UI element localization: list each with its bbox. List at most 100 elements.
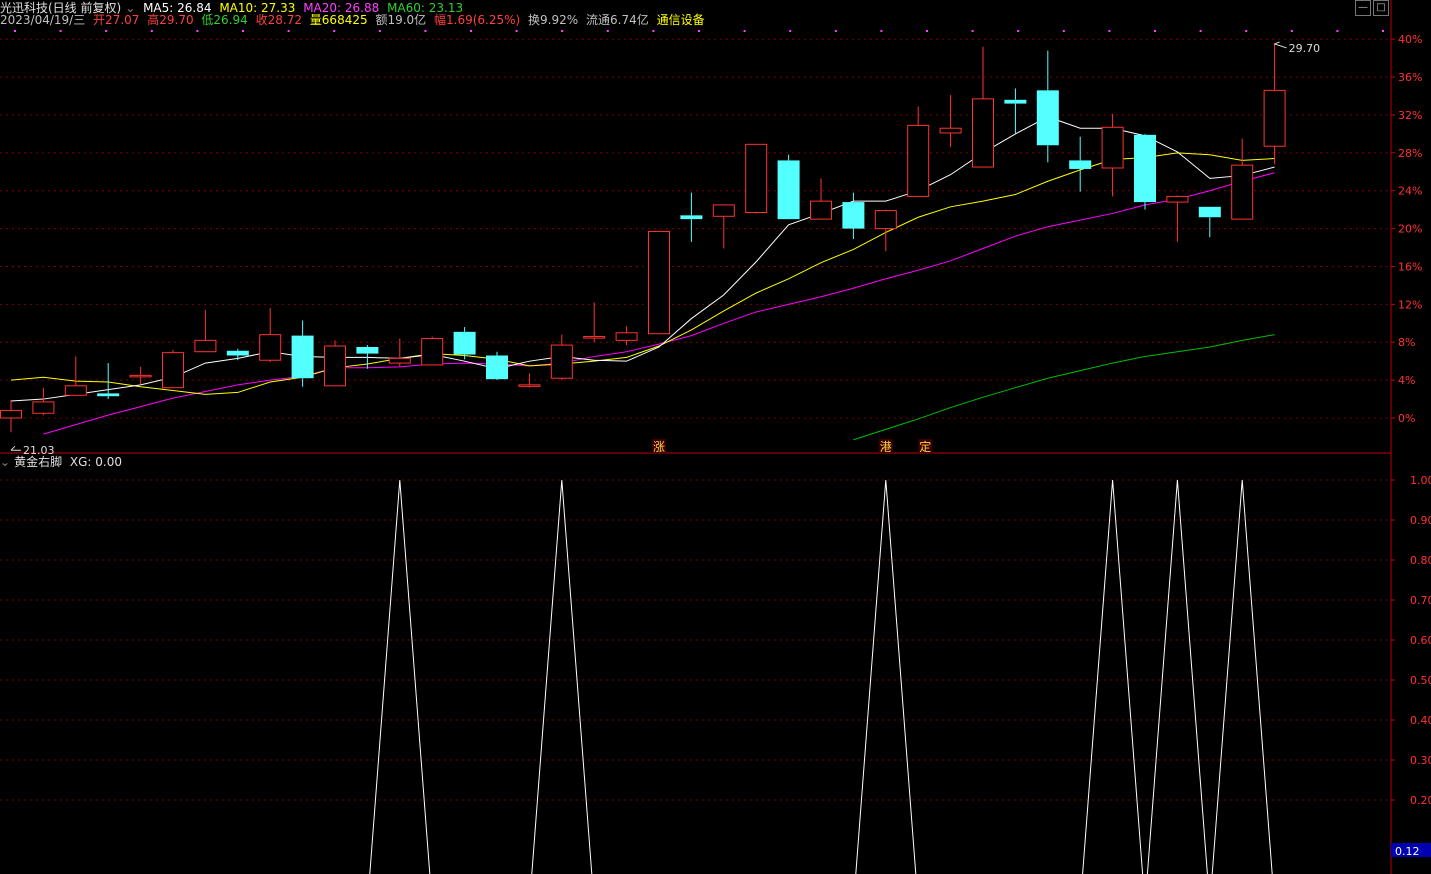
candle — [291, 320, 314, 387]
candle — [1101, 114, 1124, 197]
indicator-axis-label: 0.70 — [1410, 594, 1431, 607]
candle-body — [842, 202, 865, 229]
candle — [388, 338, 411, 367]
candle — [745, 143, 768, 214]
xg-spike-line — [1146, 479, 1208, 874]
candle — [226, 348, 249, 361]
indicator-header: ⌄ 黄金右脚 XG: 0.00 — [0, 454, 126, 470]
candle — [1166, 195, 1189, 242]
collapse-icon[interactable]: ⌄ — [0, 455, 10, 469]
top-dot-marker — [378, 30, 381, 32]
candle — [842, 192, 865, 240]
candle-body — [388, 357, 411, 364]
top-dot-marker — [561, 30, 564, 32]
ma5-line — [10, 116, 1275, 402]
candle — [453, 327, 476, 360]
candle-body — [194, 339, 217, 353]
candle — [64, 356, 87, 396]
candle-body — [421, 337, 444, 366]
candle-body — [32, 401, 55, 414]
price-axis-label: 24% — [1398, 185, 1422, 198]
indicator-axis-label: 0.90 — [1410, 514, 1431, 527]
indicator-name[interactable]: 黄金右脚 — [14, 455, 62, 469]
xg-spike-line — [369, 479, 431, 874]
candle — [583, 302, 606, 343]
xg-spike-line — [531, 479, 593, 874]
price-axis-label: 8% — [1398, 336, 1415, 349]
price-axis-label: 16% — [1398, 260, 1422, 273]
top-dot-marker — [926, 30, 928, 32]
price-header-row2: 2023/04/19/三 开27.07 高29.70 低26.94 收28.72… — [0, 12, 709, 28]
event-marker-label: 港 — [880, 440, 892, 454]
top-dot-marker — [1108, 30, 1111, 32]
top-dot-marker — [1382, 30, 1384, 32]
current-value-label: 0.12 — [1395, 845, 1420, 858]
candle-body — [1069, 160, 1092, 169]
candle-body — [64, 385, 87, 396]
candle — [1036, 50, 1059, 163]
top-dot-marker — [971, 30, 974, 32]
ma10-line — [10, 152, 1275, 395]
indicator-axis-label: 0.30 — [1410, 754, 1431, 767]
ma60-line — [853, 334, 1275, 441]
close-readout: 收28.72 — [255, 13, 302, 27]
top-dot-marker — [1199, 30, 1202, 32]
candle-body — [712, 204, 735, 217]
candle — [97, 363, 120, 400]
candle — [486, 351, 508, 381]
candle — [1231, 138, 1254, 220]
top-dot-marker — [105, 30, 108, 32]
minimize-button[interactable]: — — [1355, 0, 1371, 16]
candle-body — [1036, 90, 1059, 146]
open-readout: 开27.07 — [93, 13, 140, 27]
top-dot-marker — [743, 30, 746, 32]
top-dot-marker — [834, 30, 837, 32]
amount-readout: 额19.0亿 — [375, 13, 427, 27]
candle-body — [1231, 164, 1254, 220]
candle-body — [129, 374, 152, 378]
top-dot-marker — [515, 30, 518, 32]
event-marker-label: 涨 — [653, 439, 665, 454]
xg-spike-line — [1211, 479, 1273, 874]
candle — [259, 308, 282, 363]
price-axis-label: 36% — [1398, 71, 1422, 84]
candle-body — [1134, 134, 1156, 203]
high-marker-arrow — [1273, 41, 1287, 49]
price-axis-label: 12% — [1398, 298, 1422, 311]
candle-body — [550, 344, 573, 379]
indicator-axis-label: 0.20 — [1410, 794, 1431, 807]
industry-readout[interactable]: 通信设备 — [657, 13, 705, 27]
candle-body — [291, 335, 314, 379]
price-axis-label: 28% — [1398, 147, 1422, 160]
candle-body — [810, 200, 832, 220]
top-dot-marker — [287, 30, 290, 32]
candle-body — [939, 127, 962, 134]
candle-body — [324, 345, 346, 387]
candle-body — [648, 230, 670, 335]
candle-body — [1166, 195, 1189, 203]
date-readout: 2023/04/19/三 — [0, 13, 86, 27]
price-axis-label: 20% — [1398, 223, 1422, 236]
xg-spike-line — [855, 479, 917, 874]
candle — [1004, 88, 1027, 134]
candle-body — [0, 409, 22, 419]
candle — [810, 178, 832, 220]
candle — [939, 95, 962, 148]
candle — [324, 340, 346, 387]
candle — [1263, 43, 1286, 165]
indicator-axis-label: 1.00 — [1410, 474, 1431, 487]
maximize-button[interactable]: □ — [1373, 0, 1389, 16]
indicator-value: XG: 0.00 — [69, 455, 123, 469]
top-dot-marker — [698, 30, 700, 32]
top-dot-marker — [606, 30, 609, 32]
candle-body — [1198, 206, 1221, 218]
candle-body — [583, 336, 606, 339]
candle-body — [907, 124, 930, 197]
candle-body — [1101, 126, 1124, 169]
low-readout: 低26.94 — [201, 13, 248, 27]
xg-spike-line — [1082, 479, 1144, 874]
candle-body — [615, 332, 638, 341]
candle — [550, 334, 573, 381]
top-dot-marker — [789, 30, 792, 32]
candle — [421, 336, 444, 366]
